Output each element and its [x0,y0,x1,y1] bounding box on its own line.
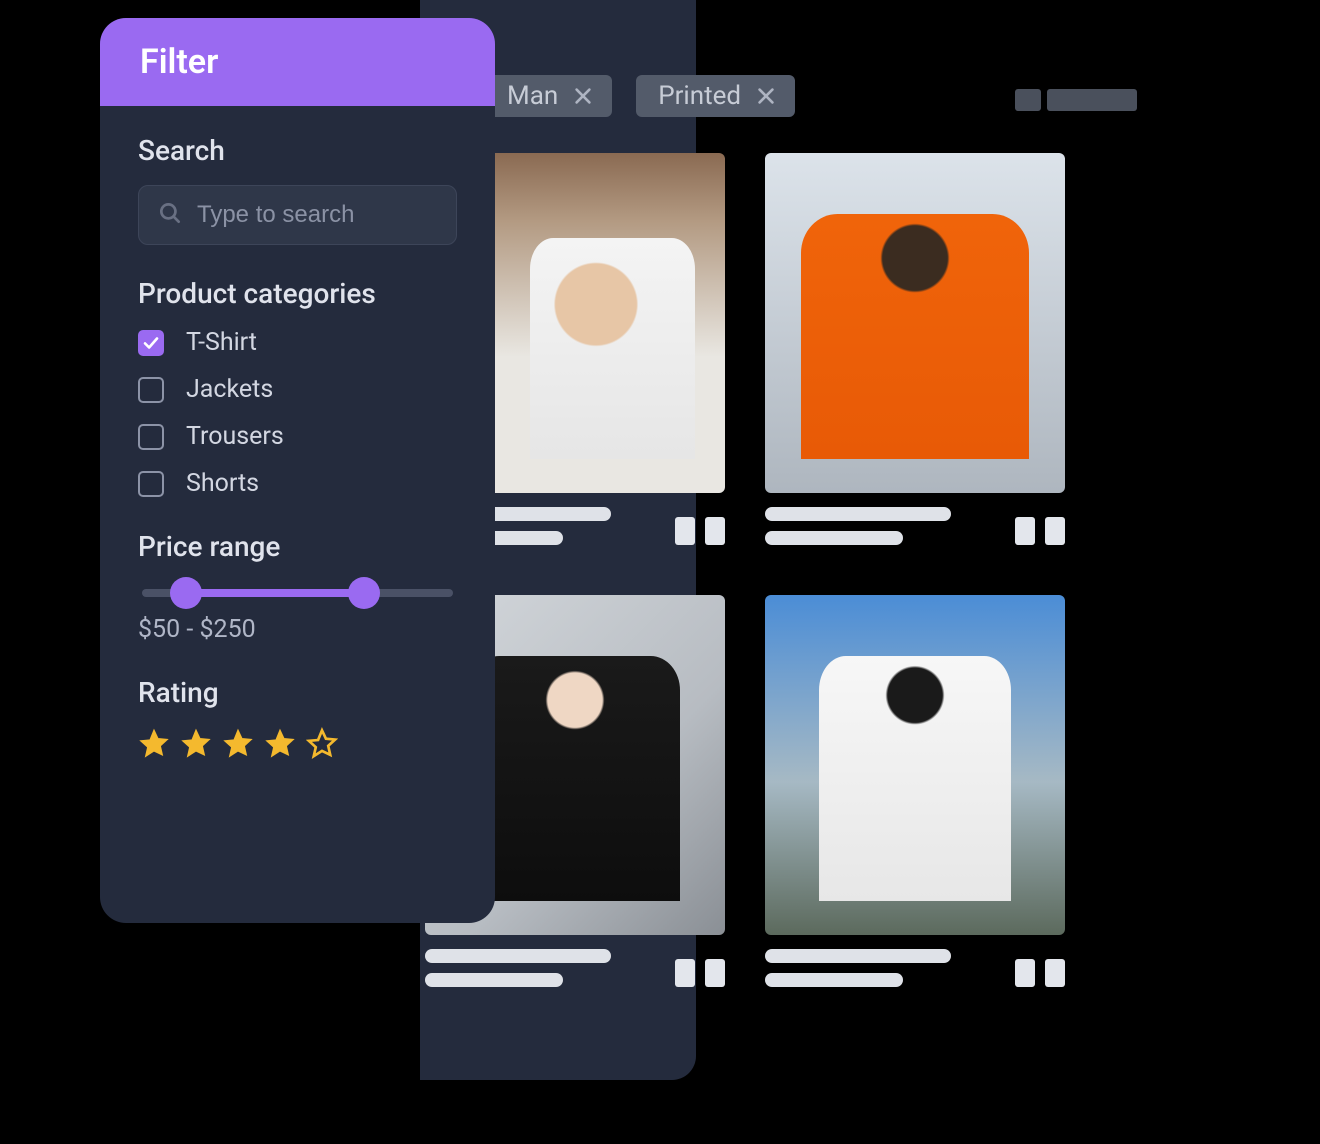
checkbox-unchecked-icon[interactable] [138,424,164,450]
category-checkbox-trousers[interactable]: Trousers [138,422,457,451]
category-label: Jackets [186,375,273,404]
search-input[interactable] [197,201,495,229]
price-slider-fill [186,589,364,597]
star-filled-icon[interactable] [180,727,212,759]
section-heading-categories: Product categories [138,277,457,310]
category-label: T-Shirt [186,328,257,357]
filter-price-section: Price range $50 - $250 [138,530,457,644]
product-meta [765,507,1065,555]
category-checkbox-t-shirt[interactable]: T-Shirt [138,328,457,357]
checkbox-unchecked-icon[interactable] [138,377,164,403]
filter-chip-printed[interactable]: Printed [636,75,795,117]
price-slider-max-thumb[interactable] [348,577,380,609]
checkbox-checked-icon[interactable] [138,330,164,356]
category-label: Trousers [186,422,284,451]
shirt-graphic-text: UNFRIEND [854,309,989,353]
category-list: T-Shirt Jackets Trousers Shorts [138,328,457,498]
chip-label: Man [507,81,558,111]
section-heading-rating: Rating [138,676,457,709]
star-filled-icon[interactable] [222,727,254,759]
price-slider-min-thumb[interactable] [170,577,202,609]
checkbox-unchecked-icon[interactable] [138,471,164,497]
star-filled-icon[interactable] [264,727,296,759]
product-meta [765,949,1065,997]
search-icon [157,200,183,230]
price-slider-track[interactable] [142,589,453,597]
category-checkbox-shorts[interactable]: Shorts [138,469,457,498]
product-card[interactable]: FUCKING AWESOME [765,595,1065,997]
product-grid-area: Man Printed OUT CAST [425,0,1145,1080]
star-filled-icon[interactable] [138,727,170,759]
filter-rating-section: Rating [138,676,457,759]
search-input-wrapper[interactable] [138,185,457,245]
filter-categories-section: Product categories T-Shirt Jackets Trouser… [138,277,457,498]
rating-stars [138,727,457,759]
filter-panel: Filter Search Product categories T-Shirt… [100,18,495,923]
product-image[interactable]: FUCKING AWESOME [765,595,1065,935]
chip-label: Printed [658,81,741,111]
product-meta [425,949,725,997]
sort-control-placeholder[interactable] [1015,85,1145,115]
filter-chip-man[interactable]: Man [485,75,612,117]
close-icon[interactable] [755,85,777,107]
filter-panel-title: Filter [100,18,495,106]
price-range-label: $50 - $250 [138,615,457,644]
product-grid: OUT CAST UNFRIEND [425,153,1145,997]
close-icon[interactable] [572,85,594,107]
star-outline-icon[interactable] [306,727,338,759]
product-image[interactable]: UNFRIEND [765,153,1065,493]
shirt-graphic-text: OUT CAST [590,330,670,400]
section-heading-price: Price range [138,530,457,563]
filter-search-section: Search [138,134,457,245]
category-label: Shorts [186,469,259,498]
category-checkbox-jackets[interactable]: Jackets [138,375,457,404]
section-heading-search: Search [138,134,457,167]
shirt-graphic-text: FUCKING AWESOME [849,785,996,803]
product-card[interactable]: UNFRIEND [765,153,1065,555]
